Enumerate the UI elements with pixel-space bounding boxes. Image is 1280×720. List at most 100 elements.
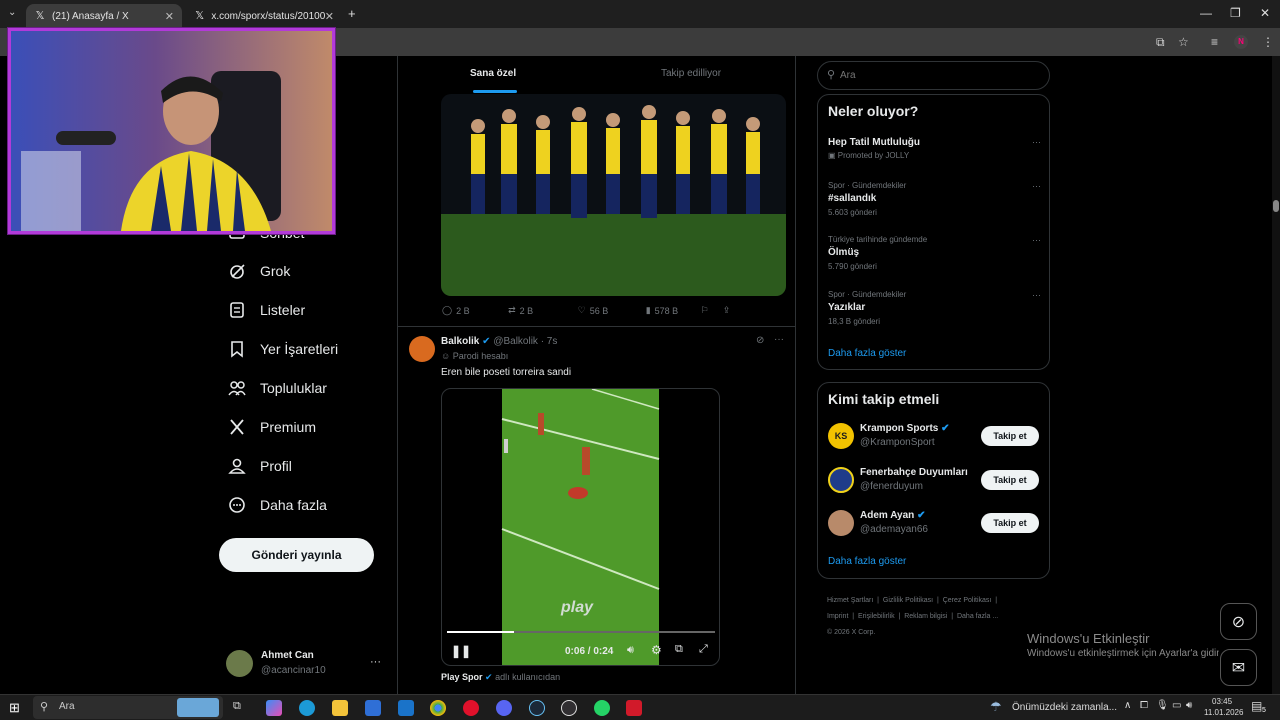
trend-more-icon[interactable]: ··· — [1032, 181, 1041, 191]
follow-item[interactable]: Fenerbahçe Duyumları @fenerduyum Takip e… — [828, 467, 1041, 495]
follow-item[interactable]: KS Krampon Sports ✔ @KramponSport Takip … — [828, 423, 1041, 451]
tray-app-icon[interactable]: ⧠ — [1140, 700, 1148, 711]
tab-following[interactable]: Takip edilliyor — [661, 68, 721, 79]
new-tab-icon[interactable]: + — [348, 6, 356, 21]
trend-item[interactable]: Hep Tatil Mutluluğu ▣ Promoted by JOLLY … — [828, 137, 1041, 160]
obs-icon[interactable] — [561, 700, 577, 716]
window-close-icon[interactable]: ✕ — [1260, 6, 1270, 20]
follow-button[interactable]: Takip et — [981, 470, 1039, 490]
close-tab-icon[interactable]: ✕ — [165, 10, 174, 23]
messages-float-button[interactable]: ✉ — [1220, 649, 1257, 686]
follow-button[interactable]: Takip et — [981, 426, 1039, 446]
install-app-icon[interactable]: ⧉ — [1156, 35, 1165, 50]
nav-item-grok[interactable]: Grok — [226, 260, 290, 282]
trend-item[interactable]: Spor · Gündemdekiler Yazıklar 18,3 B gön… — [828, 290, 1041, 326]
nav-item-listeler[interactable]: Listeler — [226, 299, 305, 321]
browser-tab-home[interactable]: 𝕏 (21) Anasayfa / X ✕ — [26, 4, 182, 28]
trend-item[interactable]: Türkiye tarihinde gündemde Ölmüş 5.790 g… — [828, 235, 1041, 271]
edge-icon[interactable] — [299, 700, 315, 716]
post-more-icon[interactable]: ··· — [774, 334, 784, 345]
author-name[interactable]: Balkolik — [441, 336, 479, 347]
trend-more-icon[interactable]: ··· — [1032, 290, 1041, 300]
volume-icon[interactable]: 🔊︎ — [627, 644, 634, 657]
account-switcher[interactable]: Ahmet Can @acancinar10 ··· — [226, 648, 386, 680]
grok-icon[interactable]: ⊘ — [756, 335, 764, 346]
steam-icon[interactable] — [529, 700, 545, 716]
search-input[interactable] — [840, 67, 1040, 84]
nav-item-profil[interactable]: Profil — [226, 455, 292, 477]
page-scrollbar[interactable] — [1272, 56, 1280, 694]
footer-link[interactable]: Reklam bilgisi — [904, 613, 947, 620]
close-tab-icon[interactable]: ✕ — [325, 10, 334, 23]
copilot-icon[interactable] — [266, 700, 282, 716]
opera-icon[interactable] — [463, 700, 479, 716]
task-view-icon[interactable]: ⧉ — [233, 700, 241, 713]
picture-in-picture-icon[interactable]: ⧉ — [675, 643, 683, 656]
footer-link[interactable]: Gizlilik Politikası — [883, 597, 933, 604]
store-icon[interactable] — [365, 700, 381, 716]
weather-text[interactable]: Önümüzdeki zamanla... — [1012, 702, 1117, 713]
bookmark-star-icon[interactable]: ☆ — [1178, 35, 1189, 49]
notification-icon[interactable]: ▤ — [1251, 699, 1262, 713]
views-icon[interactable]: ▮ — [646, 305, 651, 316]
profile-avatar[interactable]: N — [1234, 35, 1248, 49]
outlook-icon[interactable] — [398, 700, 414, 716]
trend-more-icon[interactable]: ··· — [1032, 235, 1041, 245]
post-button[interactable]: Gönderi yayınla — [219, 538, 374, 572]
bookmark-icon[interactable]: ⚐ — [701, 305, 709, 316]
tab-search-icon[interactable]: ⌄ — [8, 7, 16, 18]
post-image[interactable] — [441, 94, 786, 296]
windows-start-icon[interactable]: ⊞ — [9, 700, 20, 716]
taskbar-search[interactable]: ⚲ Ara — [33, 696, 223, 719]
trends-show-more[interactable]: Daha fazla göster — [828, 348, 906, 359]
minimize-icon[interactable]: — — [1200, 6, 1212, 20]
network-icon[interactable]: ▭ — [1172, 700, 1181, 711]
follow-button[interactable]: Takip et — [981, 513, 1039, 533]
reply-icon[interactable]: ◯ — [442, 305, 452, 316]
repost-icon[interactable]: ⇄ — [508, 305, 516, 316]
volume-icon[interactable]: 🔊︎ — [1186, 700, 1192, 711]
search-box[interactable]: ⚲ — [817, 61, 1050, 90]
video-player[interactable]: play ❚❚ 0:06 / 0:24 🔊︎ ⚙ ⧉ ⤢ — [441, 388, 720, 666]
clock-time[interactable]: 03:45 — [1212, 697, 1232, 706]
post-time[interactable]: · 7s — [541, 336, 558, 347]
avatar[interactable] — [409, 336, 435, 362]
scrollbar-thumb[interactable] — [1273, 200, 1279, 212]
file-explorer-icon[interactable] — [332, 700, 348, 716]
footer-link[interactable]: Çerez Politikası — [943, 597, 992, 604]
video-progress-track[interactable] — [447, 631, 715, 633]
nav-item-yer-isaretleri[interactable]: Yer İşaretleri — [226, 338, 338, 360]
app-icon[interactable] — [626, 700, 642, 716]
share-icon[interactable]: ⇪ — [723, 305, 731, 316]
clock-date[interactable]: 11.01.2026 — [1204, 708, 1243, 717]
follow-show-more[interactable]: Daha fazla göster — [828, 556, 906, 567]
discord-icon[interactable] — [496, 700, 512, 716]
trend-item[interactable]: Spor · Gündemdekiler #sallandık 5.603 gö… — [828, 181, 1041, 217]
follow-item[interactable]: Adem Ayan ✔ @ademayan66 Takip et — [828, 510, 1041, 538]
browser-tab-status[interactable]: 𝕏 x.com/sporx/status/201007797... ✕ — [186, 4, 342, 28]
trend-more-icon[interactable]: ··· — [1032, 137, 1041, 147]
footer-link[interactable]: Erişilebilirlik — [858, 613, 895, 620]
microphone-icon[interactable]: 🎙︎ — [1156, 700, 1169, 711]
media-control-icon[interactable]: ≡ — [1211, 35, 1218, 49]
author-handle[interactable]: @Balkolik — [493, 336, 538, 347]
tray-overflow-icon[interactable]: ∧ — [1124, 700, 1131, 711]
footer-link[interactable]: Hizmet Şartları — [827, 597, 873, 604]
source-name[interactable]: Play Spor — [441, 672, 483, 682]
nav-item-premium[interactable]: Premium — [226, 416, 316, 438]
footer-link[interactable]: Daha fazla ... — [957, 613, 998, 620]
account-more-icon[interactable]: ··· — [370, 656, 381, 668]
whatsapp-icon[interactable] — [594, 700, 610, 716]
fullscreen-icon[interactable]: ⤢ — [699, 643, 708, 656]
footer-link[interactable]: Imprint — [827, 613, 848, 620]
browser-menu-icon[interactable]: ⋮ — [1262, 35, 1274, 49]
pause-icon[interactable]: ❚❚ — [451, 644, 471, 658]
like-icon[interactable]: ♡ — [578, 305, 586, 316]
tab-for-you[interactable]: Sana özel — [470, 68, 516, 79]
chrome-icon[interactable] — [430, 700, 446, 716]
settings-icon[interactable]: ⚙ — [651, 643, 662, 657]
restore-icon[interactable]: ❐ — [1230, 6, 1241, 20]
grok-float-button[interactable]: ⊘ — [1220, 603, 1257, 640]
nav-item-daha-fazla[interactable]: Daha fazla — [226, 494, 327, 516]
nav-item-topluluklar[interactable]: Topluluklar — [226, 377, 327, 399]
